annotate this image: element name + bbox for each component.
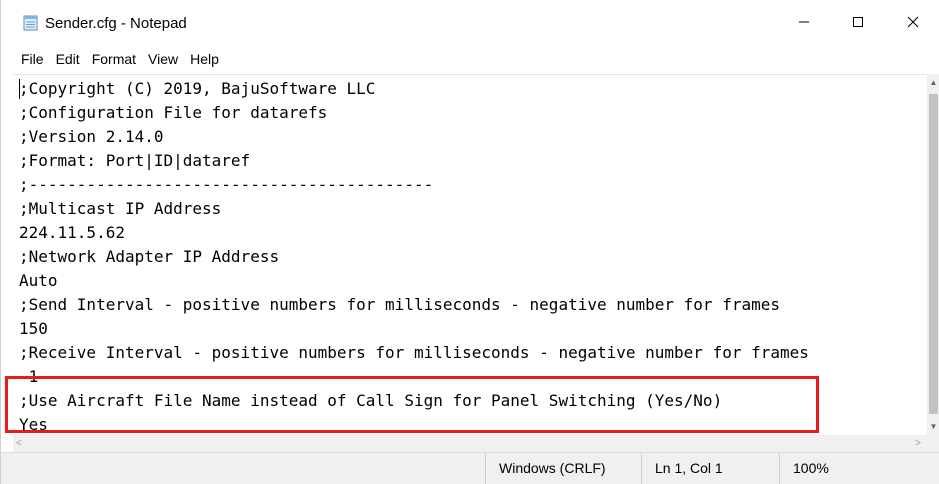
editor-line: -1 — [19, 367, 39, 386]
menu-edit[interactable]: Edit — [50, 49, 86, 69]
menu-file[interactable]: File — [1, 49, 50, 69]
close-icon — [907, 16, 919, 28]
editor-line: ;Use Aircraft File Name instead of Call … — [19, 391, 723, 410]
minimize-button[interactable] — [781, 0, 827, 44]
editor-line: ;Receive Interval - positive numbers for… — [19, 343, 809, 362]
notepad-window: Sender.cfg - Notepad File Edit Format Vi… — [0, 0, 939, 484]
editor-line: Yes — [19, 415, 48, 434]
minimize-icon — [799, 21, 809, 23]
editor-line: ;---------------------------------------… — [19, 175, 434, 194]
scroll-left-icon[interactable]: < — [16, 435, 22, 452]
status-bar: Windows (CRLF) Ln 1, Col 1 100% — [1, 452, 939, 484]
maximize-button[interactable] — [835, 0, 881, 44]
editor-line: ;Configuration File for datarefs — [19, 103, 328, 122]
editor-line: ;Format: Port|ID|dataref — [19, 151, 251, 170]
editor-line: ;Version 2.14.0 — [19, 127, 164, 146]
text-editor[interactable]: ;Copyright (C) 2019, BajuSoftware LLC ;C… — [13, 74, 927, 436]
editor-line: ;Network Adapter IP Address — [19, 247, 280, 266]
editor-line: 150 — [19, 319, 48, 338]
editor-line: ;Multicast IP Address — [19, 199, 222, 218]
scroll-right-icon[interactable]: > — [915, 435, 921, 452]
vertical-scrollbar[interactable]: ▲ ▼ — [927, 74, 939, 435]
maximize-icon — [853, 17, 863, 27]
vertical-scroll-thumb[interactable] — [929, 94, 938, 414]
scroll-up-icon[interactable]: ▲ — [927, 74, 939, 91]
status-line-ending: Windows (CRLF) — [485, 453, 641, 484]
close-button[interactable] — [890, 0, 936, 44]
editor-line: ;Send Interval - positive numbers for mi… — [19, 295, 780, 314]
horizontal-scrollbar[interactable]: < > — [13, 435, 927, 452]
notepad-icon — [23, 15, 38, 31]
status-zoom: 100% — [779, 453, 939, 484]
title-bar[interactable]: Sender.cfg - Notepad — [1, 0, 939, 44]
scroll-down-icon[interactable]: ▼ — [927, 418, 939, 435]
menu-bar: File Edit Format View Help — [1, 48, 225, 70]
scrollbar-corner — [927, 435, 939, 452]
menu-view[interactable]: View — [142, 49, 184, 69]
status-cursor-position: Ln 1, Col 1 — [641, 453, 779, 484]
menu-help[interactable]: Help — [184, 49, 225, 69]
editor-line: Auto — [19, 271, 58, 290]
editor-lines: ;Copyright (C) 2019, BajuSoftware LLC ;C… — [19, 77, 809, 436]
window-title: Sender.cfg - Notepad — [45, 15, 187, 32]
editor-line: 224.11.5.62 — [19, 223, 125, 242]
editor-line: ;Copyright (C) 2019, BajuSoftware LLC — [19, 79, 376, 98]
menu-format[interactable]: Format — [86, 49, 142, 69]
